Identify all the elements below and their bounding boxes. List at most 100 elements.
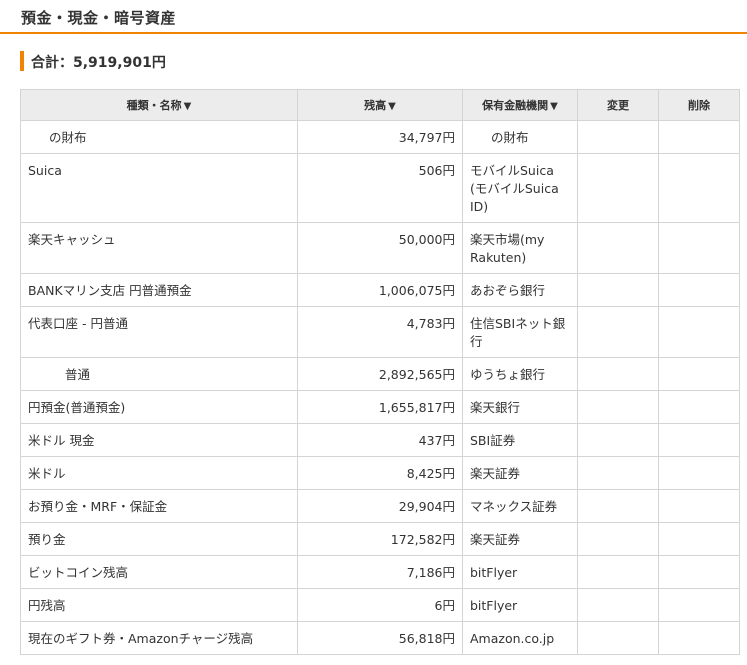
row-institution: ゆうちょ銀行	[462, 357, 578, 391]
table-row: ビットコイン残高 7,186円 bitFlyer	[20, 555, 740, 589]
sort-down-icon: ▼	[183, 101, 192, 112]
table-header-row: 種類・名称 ▼ 残高 ▼ 保有金融機関 ▼ 変更 削除	[20, 89, 740, 121]
delete-cell	[658, 555, 740, 589]
row-institution: 住信SBIネット銀行	[462, 306, 578, 358]
row-institution: あおぞら銀行	[462, 273, 578, 307]
edit-cell	[577, 222, 659, 274]
row-name: 代表口座 - 円普通	[20, 306, 298, 358]
table-row: 円預金(普通預金) 1,655,817円 楽天銀行	[20, 390, 740, 424]
delete-cell	[658, 153, 740, 223]
row-institution: 楽天証券	[462, 456, 578, 490]
row-name: 現在のギフト券・Amazonチャージ残高	[20, 621, 298, 655]
delete-cell	[658, 456, 740, 490]
edit-cell	[577, 390, 659, 424]
row-name: 預り金	[20, 522, 298, 556]
header-delete: 削除	[658, 89, 740, 121]
row-institution: マネックス証券	[462, 489, 578, 523]
table-row: の財布 34,797円 の財布	[20, 120, 740, 154]
row-balance: 172,582円	[297, 522, 463, 556]
row-name: BANKマリン支店 円普通預金	[20, 273, 298, 307]
row-balance: 2,892,565円	[297, 357, 463, 391]
header-institution-label: 保有金融機関	[482, 99, 549, 112]
delete-cell	[658, 489, 740, 523]
row-institution: bitFlyer	[462, 588, 578, 622]
row-balance: 4,783円	[297, 306, 463, 358]
edit-cell	[577, 423, 659, 457]
row-balance: 1,006,075円	[297, 273, 463, 307]
edit-cell	[577, 555, 659, 589]
table-row: 現在のギフト券・Amazonチャージ残高 56,818円 Amazon.co.j…	[20, 621, 740, 655]
row-institution: Amazon.co.jp	[462, 621, 578, 655]
row-institution: 楽天証券	[462, 522, 578, 556]
table-row: 預り金 172,582円 楽天証券	[20, 522, 740, 556]
edit-cell	[577, 489, 659, 523]
sort-down-icon: ▼	[388, 101, 396, 112]
assets-table: 種類・名称 ▼ 残高 ▼ 保有金融機関 ▼ 変更 削除 の財布 34,797円 の財布…	[20, 89, 740, 655]
edit-cell	[577, 306, 659, 358]
delete-cell	[658, 357, 740, 391]
sort-institution-header[interactable]: 保有金融機関 ▼	[462, 89, 578, 121]
row-name: お預り金・MRF・保証金	[20, 489, 298, 523]
row-institution: 楽天市場(my Rakuten)	[462, 222, 578, 274]
row-name: 楽天キャッシュ	[20, 222, 298, 274]
table-row: Suica 506円 モバイルSuica (モバイルSuica ID)	[20, 153, 740, 223]
row-name: 円預金(普通預金)	[20, 390, 298, 424]
total-amount: 合計：5,919,901円	[31, 55, 166, 71]
row-balance: 34,797円	[297, 120, 463, 154]
row-name: 普通	[20, 357, 298, 391]
row-balance: 437円	[297, 423, 463, 457]
row-name: ビットコイン残高	[20, 555, 298, 589]
row-institution: の財布	[462, 120, 578, 154]
header-balance-label: 残高	[364, 99, 387, 112]
edit-cell	[577, 120, 659, 154]
row-balance: 506円	[297, 153, 463, 223]
delete-cell	[658, 120, 740, 154]
delete-cell	[658, 390, 740, 424]
table-row: 楽天キャッシュ 50,000円 楽天市場(my Rakuten)	[20, 222, 740, 274]
total-accent-bar	[20, 51, 24, 71]
row-name: Suica	[20, 153, 298, 223]
edit-cell	[577, 522, 659, 556]
edit-cell	[577, 588, 659, 622]
row-institution: bitFlyer	[462, 555, 578, 589]
table-row: 円残高 6円 bitFlyer	[20, 588, 740, 622]
delete-cell	[658, 522, 740, 556]
table-row: 米ドル 現金 437円 SBI証券	[20, 423, 740, 457]
edit-cell	[577, 621, 659, 655]
section-header: 預金・現金・暗号資産	[0, 0, 747, 34]
row-institution: SBI証券	[462, 423, 578, 457]
row-name: の財布	[20, 120, 298, 154]
row-balance: 29,904円	[297, 489, 463, 523]
row-balance: 6円	[297, 588, 463, 622]
edit-cell	[577, 273, 659, 307]
header-name-label: 種類・名称	[126, 99, 182, 112]
sort-balance-header[interactable]: 残高 ▼	[297, 89, 463, 121]
header-edit: 変更	[577, 89, 659, 121]
row-balance: 56,818円	[297, 621, 463, 655]
row-name: 米ドル 現金	[20, 423, 298, 457]
row-name: 円残高	[20, 588, 298, 622]
sort-down-icon: ▼	[550, 101, 558, 112]
row-balance: 50,000円	[297, 222, 463, 274]
edit-cell	[577, 357, 659, 391]
delete-cell	[658, 621, 740, 655]
row-balance: 8,425円	[297, 456, 463, 490]
delete-cell	[658, 588, 740, 622]
row-balance: 1,655,817円	[297, 390, 463, 424]
edit-cell	[577, 456, 659, 490]
row-institution: モバイルSuica (モバイルSuica ID)	[462, 153, 578, 223]
table-row: お預り金・MRF・保証金 29,904円 マネックス証券	[20, 489, 740, 523]
delete-cell	[658, 423, 740, 457]
table-row: 代表口座 - 円普通 4,783円 住信SBIネット銀行	[20, 306, 740, 358]
delete-cell	[658, 273, 740, 307]
sort-name-header[interactable]: 種類・名称 ▼	[20, 89, 298, 121]
table-row: 普通 2,892,565円 ゆうちょ銀行	[20, 357, 740, 391]
row-balance: 7,186円	[297, 555, 463, 589]
table-row: BANKマリン支店 円普通預金 1,006,075円 あおぞら銀行	[20, 273, 740, 307]
section-title: 預金・現金・暗号資産	[21, 9, 177, 27]
row-institution: 楽天銀行	[462, 390, 578, 424]
delete-cell	[658, 306, 740, 358]
table-row: 米ドル 8,425円 楽天証券	[20, 456, 740, 490]
row-name: 米ドル	[20, 456, 298, 490]
delete-cell	[658, 222, 740, 274]
